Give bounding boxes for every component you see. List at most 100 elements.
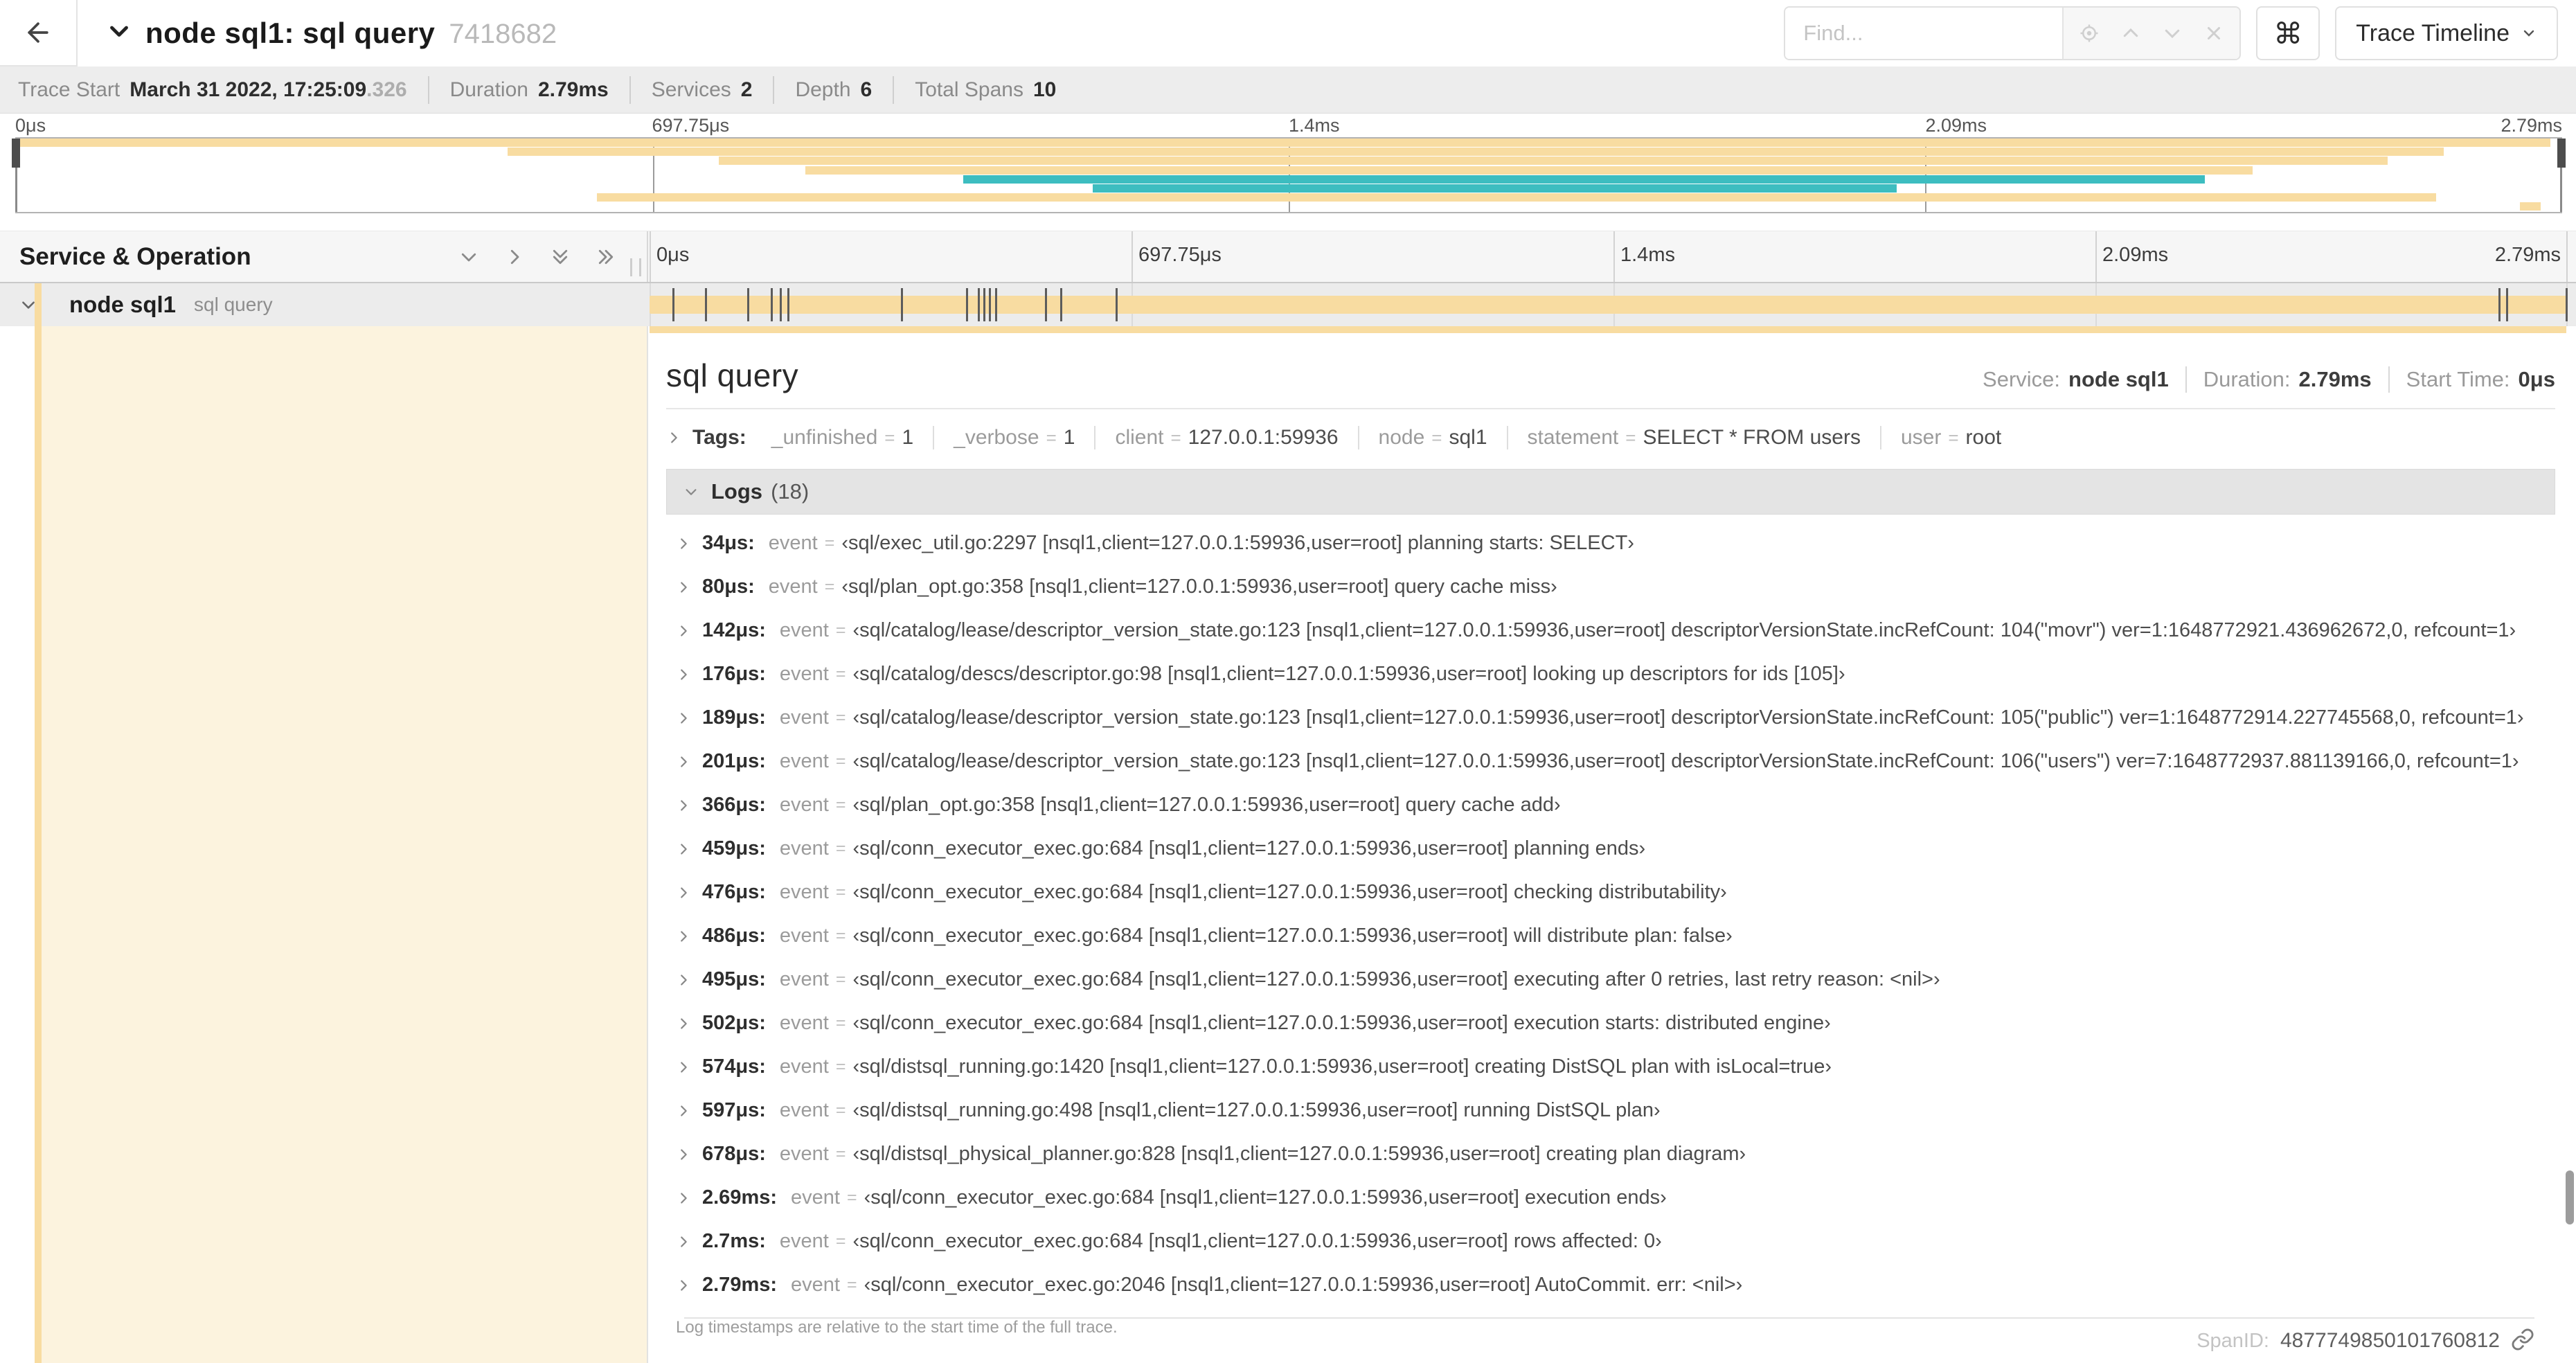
chevron-right-icon[interactable] <box>676 1016 691 1031</box>
find-input[interactable] <box>1785 8 2063 59</box>
log-row[interactable]: 476μs: event = ‹sql/conn_executor_exec.go:6… <box>666 871 2555 914</box>
equals-sign: = <box>846 1188 857 1207</box>
expand-all-icon[interactable] <box>596 247 616 267</box>
timeline-minimap[interactable] <box>12 137 2566 213</box>
span-log-marker[interactable] <box>672 288 675 321</box>
logs-header[interactable]: Logs (18) <box>666 469 2555 515</box>
tag-item[interactable]: node = sql1 <box>1359 426 1508 449</box>
chevron-right-icon[interactable] <box>676 1278 691 1293</box>
logs-list: 34μs: event = ‹sql/exec_util.go:2297 [nsql1… <box>666 515 2555 1307</box>
chevron-right-icon[interactable] <box>676 536 691 551</box>
collapse-one-icon[interactable] <box>458 247 479 267</box>
log-row[interactable]: 2.79ms: event = ‹sql/conn_executor_exec.go:… <box>666 1263 2555 1307</box>
chevron-right-icon[interactable] <box>676 580 691 595</box>
next-result-icon[interactable] <box>2162 23 2183 44</box>
span-log-marker[interactable] <box>2566 288 2568 321</box>
log-row[interactable]: 678μs: event = ‹sql/distsql_physical_planne… <box>666 1132 2555 1176</box>
span-log-marker[interactable] <box>2506 288 2509 321</box>
clear-find-icon[interactable] <box>2203 23 2224 44</box>
log-field-value: ‹sql/exec_util.go:2297 [nsql1,client=127… <box>841 532 1634 554</box>
column-resizer-grip[interactable] <box>630 258 641 276</box>
equals-sign: = <box>835 1144 846 1164</box>
log-row[interactable]: 2.69ms: event = ‹sql/conn_executor_exec.go:… <box>666 1176 2555 1220</box>
chevron-right-icon[interactable] <box>676 972 691 988</box>
span-log-marker[interactable] <box>983 288 985 321</box>
span-log-marker[interactable] <box>966 288 969 321</box>
log-row[interactable]: 597μs: event = ‹sql/distsql_running.go:498 … <box>666 1089 2555 1132</box>
log-row[interactable]: 34μs: event = ‹sql/exec_util.go:2297 [nsql1… <box>666 522 2555 565</box>
span-timeline-cell[interactable] <box>648 283 2576 326</box>
trace-view-select[interactable]: Trace Timeline <box>2335 6 2558 60</box>
chevron-right-icon[interactable] <box>676 1103 691 1119</box>
log-row[interactable]: 502μs: event = ‹sql/conn_executor_exec.go:6… <box>666 1001 2555 1045</box>
minimap-left-scrub-handle[interactable] <box>12 139 20 168</box>
span-log-marker[interactable] <box>1044 288 1047 321</box>
vertical-scrollbar-thumb[interactable] <box>2566 1170 2574 1224</box>
ruler-gridline <box>650 231 651 282</box>
span-log-marker[interactable] <box>2498 288 2501 321</box>
find-buttons <box>2062 8 2240 59</box>
span-log-marker[interactable] <box>705 288 708 321</box>
span-log-marker[interactable] <box>994 288 997 321</box>
log-row[interactable]: 366μs: event = ‹sql/plan_opt.go:358 [nsql1,… <box>666 783 2555 827</box>
expand-one-icon[interactable] <box>504 247 525 267</box>
chevron-right-icon[interactable] <box>676 841 691 857</box>
tags-row[interactable]: Tags: _unfinished = 1 _verbose = 1 client = 127.… <box>666 426 2555 449</box>
equals-sign: = <box>835 751 846 771</box>
span-name-cell[interactable]: node sql1 sql query <box>0 283 648 326</box>
log-row[interactable]: 142μs: event = ‹sql/catalog/lease/descripto… <box>666 609 2555 652</box>
back-button[interactable] <box>0 0 78 66</box>
log-timestamp: 2.69ms: <box>702 1186 778 1209</box>
chevron-right-icon[interactable] <box>676 929 691 944</box>
span-log-marker[interactable] <box>787 288 790 321</box>
tag-item[interactable]: client = 127.0.0.1:59936 <box>1095 426 1359 449</box>
log-row[interactable]: 459μs: event = ‹sql/conn_executor_exec.go:6… <box>666 827 2555 871</box>
span-log-marker[interactable] <box>780 288 782 321</box>
tag-item[interactable]: _unfinished = 1 <box>752 426 935 449</box>
span-log-marker[interactable] <box>770 288 773 321</box>
log-timestamp: 574μs: <box>702 1055 766 1078</box>
tag-item[interactable]: user = root <box>1881 426 2021 449</box>
log-field-key: event <box>779 663 829 685</box>
chevron-right-icon[interactable] <box>676 623 691 639</box>
chevron-right-icon[interactable] <box>666 430 681 445</box>
log-row[interactable]: 2.7ms: event = ‹sql/conn_executor_exec.go:6… <box>666 1220 2555 1263</box>
minimap-right-scrub-handle[interactable] <box>2557 139 2566 168</box>
chevron-right-icon[interactable] <box>676 1147 691 1162</box>
chevron-right-icon[interactable] <box>676 885 691 900</box>
collapse-all-icon[interactable] <box>550 247 571 267</box>
log-row[interactable]: 176μs: event = ‹sql/catalog/descs/descripto… <box>666 652 2555 696</box>
chevron-down-icon <box>683 484 699 499</box>
span-log-marker[interactable] <box>900 288 903 321</box>
span-duration-bar[interactable] <box>650 296 2566 314</box>
chevron-right-icon[interactable] <box>676 1234 691 1249</box>
chevron-right-icon[interactable] <box>676 1060 691 1075</box>
span-log-marker[interactable] <box>1059 288 1062 321</box>
span-log-marker[interactable] <box>1116 288 1118 321</box>
detail-span-bar <box>650 326 2566 333</box>
chevron-right-icon[interactable] <box>676 798 691 813</box>
chevron-down-icon[interactable] <box>107 19 132 48</box>
link-icon[interactable] <box>2511 1328 2534 1355</box>
span-log-marker[interactable] <box>989 288 992 321</box>
chevron-right-icon[interactable] <box>676 667 691 682</box>
log-timestamp: 176μs: <box>702 663 766 685</box>
keyboard-shortcuts-button[interactable]: ⌘ <box>2256 6 2320 60</box>
log-row[interactable]: 486μs: event = ‹sql/conn_executor_exec.go:6… <box>666 914 2555 958</box>
log-row[interactable]: 201μs: event = ‹sql/catalog/lease/descripto… <box>666 740 2555 783</box>
focus-match-icon[interactable] <box>2079 23 2100 44</box>
tag-item[interactable]: statement = SELECT * FROM users <box>1508 426 1881 449</box>
log-row[interactable]: 189μs: event = ‹sql/catalog/lease/descripto… <box>666 696 2555 740</box>
chevron-right-icon[interactable] <box>676 754 691 769</box>
chevron-right-icon[interactable] <box>676 711 691 726</box>
prev-result-icon[interactable] <box>2120 23 2141 44</box>
span-log-marker[interactable] <box>747 288 750 321</box>
log-timestamp: 366μs: <box>702 794 766 816</box>
log-row[interactable]: 495μs: event = ‹sql/conn_executor_exec.go:6… <box>666 958 2555 1001</box>
tag-item[interactable]: _verbose = 1 <box>934 426 1096 449</box>
chevron-right-icon[interactable] <box>676 1191 691 1206</box>
span-log-marker[interactable] <box>977 288 980 321</box>
log-row[interactable]: 80μs: event = ‹sql/plan_opt.go:358 [nsql1,c… <box>666 565 2555 609</box>
span-row[interactable]: node sql1 sql query <box>0 283 2576 326</box>
log-row[interactable]: 574μs: event = ‹sql/distsql_running.go:1420… <box>666 1045 2555 1089</box>
